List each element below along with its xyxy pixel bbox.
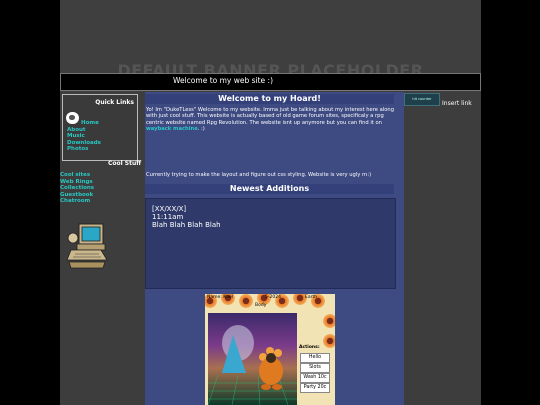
pet-scene-image: [208, 313, 297, 405]
cool-stuff-list: Cool sites Web Rings Collections Guestbo…: [60, 172, 94, 205]
nav-link-music[interactable]: Music: [67, 133, 101, 140]
quick-links-list: Home About Music Downloads Photos: [67, 120, 101, 153]
nav-link-photos[interactable]: Photos: [67, 146, 101, 153]
flower-decoration: [323, 334, 335, 348]
wayback-machine-link[interactable]: wayback machine: [146, 126, 198, 132]
slots-button[interactable]: Slots: [300, 363, 330, 373]
quick-links-title: Quick Links: [95, 99, 134, 106]
hello-button[interactable]: Hello: [300, 353, 330, 363]
welcome-heading: Welcome to my Hoard!: [145, 94, 394, 104]
intro-end: . :): [197, 125, 205, 132]
newest-additions-heading: Newest Additions: [145, 184, 394, 194]
link-chatroom[interactable]: Chatroom: [60, 198, 94, 205]
flower-decoration: [239, 294, 253, 308]
cool-stuff-title: Cool Stuff: [108, 160, 142, 167]
pet-species: Earth: [305, 295, 318, 300]
link-web-rings[interactable]: Web Rings: [60, 179, 94, 186]
quick-links-box: Quick Links Home About Music Downloads P…: [62, 94, 138, 161]
banner: DEFAULT BANNER PLACEHOLDER Welcome to my…: [60, 0, 481, 92]
update-time: 11:11am: [152, 213, 184, 221]
status-text: Currently trying to make the layout and …: [146, 172, 372, 178]
party-button[interactable]: Party 20c: [300, 383, 330, 393]
insert-link[interactable]: Insert link: [442, 100, 472, 107]
page-container: DEFAULT BANNER PLACEHOLDER Welcome to my…: [60, 0, 481, 405]
link-guestbook[interactable]: Guestbook: [60, 192, 94, 199]
pet-born: 5-2024: [265, 295, 281, 300]
computer-mascot-image: [66, 223, 108, 269]
update-box: [XX/XX/X] 11:11am Blah Blah Blah Blah: [145, 198, 396, 289]
hit-counter-badge: hit counter: [404, 93, 440, 106]
nav-link-about[interactable]: About: [67, 127, 101, 134]
intro-text: Yo! Im "DukeTLess" Welcome to my website…: [146, 107, 394, 126]
flower-decoration: [323, 314, 335, 328]
pet-actions-label: Actions:: [299, 345, 320, 350]
link-cool-sites[interactable]: Cool sites: [60, 172, 94, 179]
intro-paragraph: Yo! Im "DukeTLess" Welcome to my website…: [146, 107, 394, 132]
nav-link-downloads[interactable]: Downloads: [67, 140, 101, 147]
update-text: Blah Blah Blah Blah: [152, 221, 221, 229]
marquee-text: Welcome to my web site :): [173, 76, 274, 85]
welcome-marquee: Welcome to my web site :): [60, 73, 481, 91]
nav-link-home[interactable]: Home: [67, 120, 101, 127]
pet-name: Name: Kael: [207, 295, 233, 300]
link-collections[interactable]: Collections: [60, 185, 94, 192]
main-content: Welcome to my Hoard! Yo! Im "DukeTLess" …: [145, 92, 404, 405]
wash-button[interactable]: Wash 10c: [300, 373, 330, 383]
pet-widget: Name: Kael 5-2024 Earth Body Actions: He…: [205, 294, 335, 405]
pet-mood: Body: [255, 303, 267, 308]
update-date: [XX/XX/X]: [152, 205, 187, 213]
